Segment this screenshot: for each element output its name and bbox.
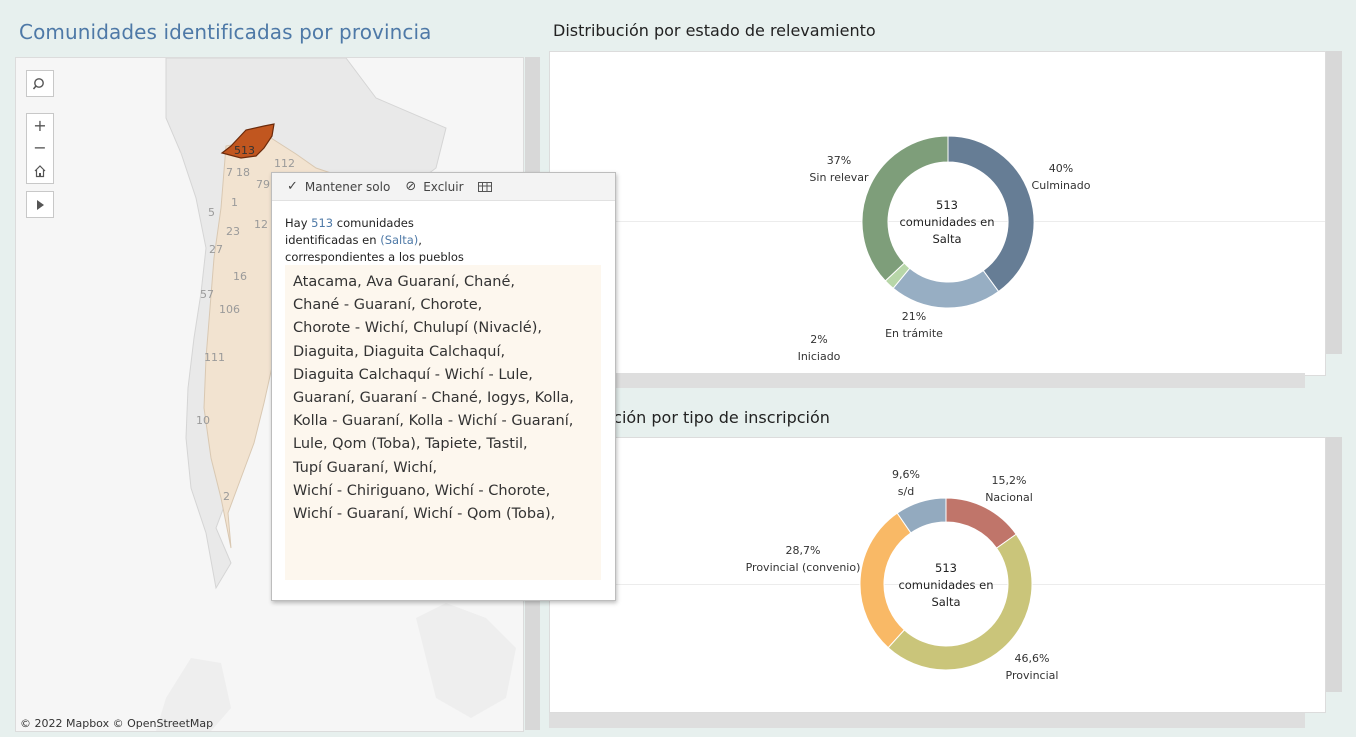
peoples-line: Wichí - Chiriguano, Wichí - Chorote, — [293, 482, 551, 499]
label-iniciado: 2% Iniciado — [797, 333, 841, 363]
label-culminado: 40% Culminado — [1031, 162, 1091, 192]
chart2-center-label: 513 comunidades en Salta — [886, 560, 1006, 611]
center-province: Salta — [932, 232, 962, 246]
chart2-hscrollbar[interactable] — [549, 713, 1305, 728]
label-provincial: 46,6% Provincial — [1005, 652, 1059, 682]
label-en-tramite: 21% En trámite — [885, 310, 943, 340]
view-data-button[interactable] — [477, 181, 492, 192]
donut-slice-en-tr-mite[interactable] — [892, 267, 1000, 309]
center-count: 513 — [935, 561, 957, 575]
map-label: 106 — [219, 303, 240, 316]
exclude-button[interactable]: ⊘ Excluir — [405, 179, 463, 194]
chart1-center-label: 513 comunidades en Salta — [887, 197, 1007, 248]
map-mode-button[interactable] — [26, 191, 54, 218]
label-nacional: 15,2% Nacional — [985, 474, 1033, 504]
peoples-line: Atacama, Ava Guaraní, Chané, — [293, 274, 515, 290]
map-label: 1 — [231, 196, 238, 209]
peoples-line: Diaguita Calchaquí - Wichí - Lule, — [293, 366, 533, 383]
table-icon — [477, 181, 492, 192]
tooltip-intro: Hay 513 comunidades identificadas en (Sa… — [285, 216, 464, 264]
label-sd: 9,6% s/d — [892, 468, 920, 498]
center-caption: comunidades en — [899, 215, 995, 229]
center-count: 513 — [936, 198, 958, 212]
peoples-line: Kolla - Guaraní, Kolla - Wichí - Guaraní… — [293, 413, 574, 430]
peoples-line: Chorote - Wichí, Chulupí (Nivaclé), — [293, 320, 542, 337]
tooltip-province: (Salta) — [380, 233, 419, 247]
map-label: 27 — [209, 243, 223, 256]
tooltip-peoples-list: Atacama, Ava Guaraní, Chané, Chané - Gua… — [285, 265, 601, 580]
peoples-line: Diaguita, Diaguita Calchaquí, — [293, 343, 506, 360]
peoples-line: Wichí - Guaraní, Wichí - Qom (Toba), — [293, 506, 556, 523]
keep-only-button[interactable]: ✓ Mantener solo — [287, 179, 390, 194]
label-sin-relevar: 37% Sin relevar — [809, 154, 869, 184]
center-province: Salta — [931, 595, 961, 609]
map-label: 10 — [196, 414, 210, 427]
map-label: 23 — [226, 225, 240, 238]
center-caption: comunidades en — [898, 578, 994, 592]
map-label: 18 — [236, 166, 250, 179]
peoples-line: Chané - Guaraní, Chorote, — [293, 297, 483, 314]
map-label: 2 — [223, 490, 230, 503]
search-icon — [33, 77, 44, 89]
zoom-in-button[interactable]: + — [26, 113, 54, 136]
map-attribution: © 2022 Mapbox © OpenStreetMap — [20, 717, 214, 730]
map-label: 112 — [274, 157, 295, 170]
chart1-hscrollbar[interactable] — [549, 373, 1305, 388]
map-title: Comunidades identificadas por provincia — [19, 20, 432, 44]
chart1-title: Distribución por estado de relevamiento — [553, 21, 876, 40]
home-button[interactable] — [26, 159, 54, 184]
map-tooltip: ✓ Mantener solo ⊘ Excluir Hay 513 comuni… — [271, 172, 616, 601]
map-label: 7 — [226, 166, 233, 179]
chart2-vscrollbar[interactable] — [1326, 437, 1342, 692]
tooltip-count: 513 — [311, 216, 334, 230]
tooltip-toolbar: ✓ Mantener solo ⊘ Excluir — [272, 173, 615, 201]
map-label: 5 — [208, 206, 215, 219]
peoples-line: Tupí Guaraní, Wichí, — [293, 459, 438, 476]
home-icon — [34, 165, 46, 178]
chart2-panel[interactable]: 513 comunidades en Salta 15,2% Nacional 4… — [549, 437, 1326, 713]
peoples-line: Lule, Qom (Toba), Tapiete, Tastil, — [293, 436, 528, 453]
map-label: 111 — [204, 351, 225, 364]
map-label: 513 — [234, 144, 255, 157]
chart2-title: ución por tipo de inscripción — [603, 408, 830, 427]
zoom-out-button[interactable]: − — [26, 136, 54, 159]
chart1-vscrollbar[interactable] — [1326, 51, 1342, 354]
label-provincial-convenio: 28,7% Provincial (convenio) — [745, 544, 861, 574]
peoples-line: Guaraní, Guaraní - Chané, Iogys, Kolla, — [293, 390, 574, 407]
exclude-icon: ⊘ — [405, 179, 417, 194]
chart1-panel[interactable]: 513 comunidades en Salta 40% Culminado 37… — [549, 51, 1326, 376]
map-label: 57 — [200, 288, 214, 301]
map-label: 79 — [256, 178, 270, 191]
map-search-button[interactable] — [26, 70, 54, 97]
map-label: 12 — [254, 218, 268, 231]
map-label: 16 — [233, 270, 247, 283]
check-icon: ✓ — [287, 179, 298, 194]
play-icon — [37, 199, 44, 210]
